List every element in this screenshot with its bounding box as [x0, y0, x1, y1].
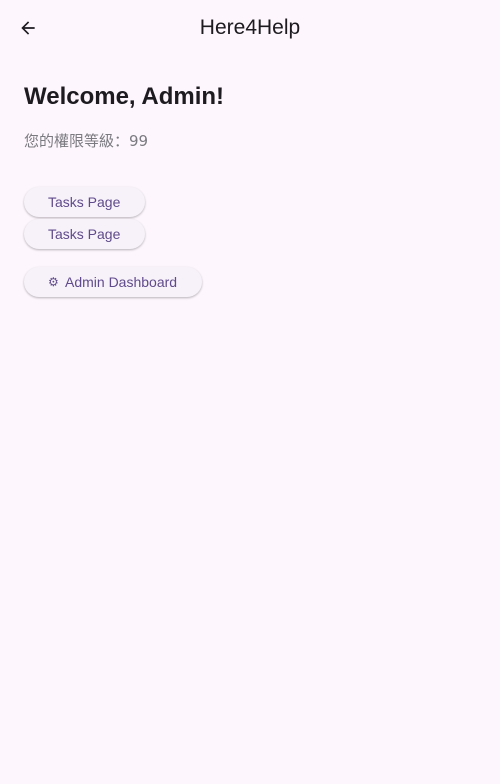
permission-level-text: 您的權限等級：99	[24, 132, 149, 150]
gear-icon: ⚙	[48, 275, 59, 289]
app-title: Here4Help	[199, 16, 301, 39]
welcome-heading: Welcome, Admin!	[24, 83, 225, 110]
tasks-page-button-secondary[interactable]: Tasks Page	[24, 219, 145, 249]
main-content: Welcome, Admin! 您的權限等級：99	[24, 80, 476, 152]
admin-dashboard-button[interactable]: ⚙ Admin Dashboard	[24, 267, 202, 297]
tasks-page-button-label: Tasks Page	[48, 226, 121, 242]
tasks-page-button-label: Tasks Page	[48, 194, 121, 210]
app-bar: Here4Help	[0, 0, 500, 56]
admin-dashboard-button-label: Admin Dashboard	[65, 274, 178, 290]
tasks-page-button[interactable]: Tasks Page	[24, 187, 145, 217]
